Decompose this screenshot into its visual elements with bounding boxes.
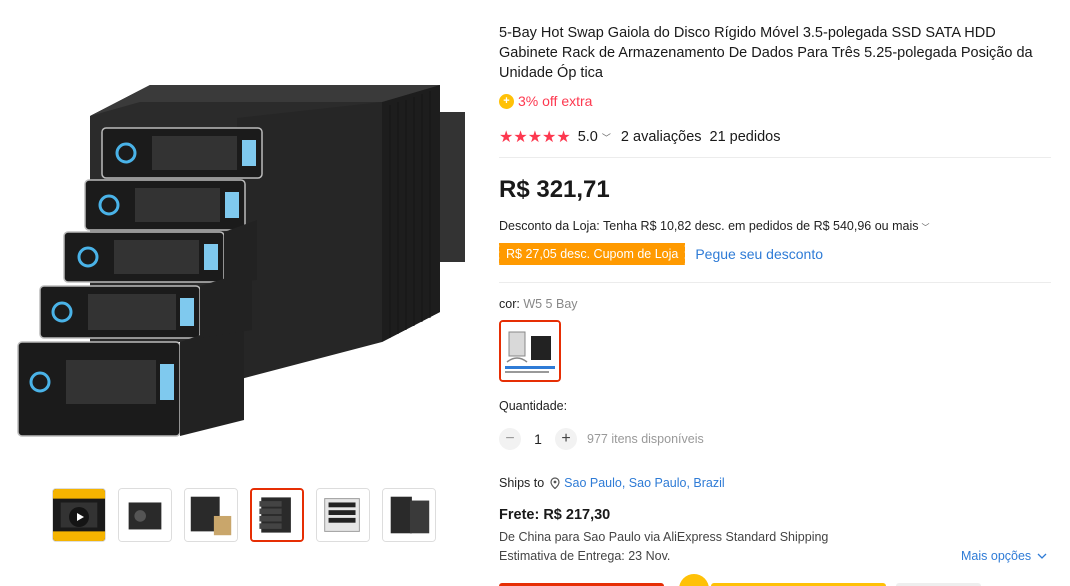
thumbnail-image xyxy=(185,489,237,541)
thumbnail-strip xyxy=(52,488,436,542)
freight-cost: Frete: R$ 217,30 xyxy=(499,507,611,523)
shipping-method: De China para Sao Paulo via AliExpress S… xyxy=(499,530,829,544)
reviews-count[interactable]: 2 avaliações xyxy=(621,129,702,145)
ship-location-link[interactable]: Sao Paulo, Sao Paulo, Brazil xyxy=(564,476,725,490)
available-stock: 977 itens disponíveis xyxy=(587,432,704,446)
ships-to-row: Ships to Sao Paulo, Sao Paulo, Brazil xyxy=(499,476,725,490)
get-coupon-link[interactable]: Pegue seu desconto xyxy=(695,246,823,262)
thumbnail-2[interactable] xyxy=(118,488,172,542)
thumbnail-image xyxy=(252,490,302,540)
quantity-decrease-button[interactable]: − xyxy=(499,428,521,450)
more-shipping-options-button[interactable]: Mais opções xyxy=(961,549,1047,563)
store-coupon-badge[interactable]: R$ 27,05 desc. Cupom de Loja xyxy=(496,243,686,265)
coin-icon: + xyxy=(499,93,514,109)
main-product-image[interactable] xyxy=(12,80,484,460)
sku-thumbnail-image xyxy=(501,322,559,380)
quantity-value[interactable]: 1 xyxy=(521,431,555,447)
quantity-increase-button[interactable]: + xyxy=(555,428,577,450)
divider xyxy=(499,157,1051,158)
chevron-down-icon: ﹀ xyxy=(921,223,930,232)
thumbnail-6[interactable] xyxy=(382,488,436,542)
rating-score[interactable]: 5.0 xyxy=(578,129,598,145)
delivery-estimate: Estimativa de Entrega: 23 Nov. xyxy=(499,549,671,563)
color-label: cor: W5 5 Bay xyxy=(499,297,578,311)
extra-discount-promo: + 3% off extra xyxy=(499,93,592,109)
coupon-row: R$ 27,05 desc. Cupom de Loja Pegue seu d… xyxy=(496,243,823,265)
ships-to-label: Ships to xyxy=(499,476,545,490)
thumbnail-4-active[interactable] xyxy=(250,488,304,542)
play-icon xyxy=(69,507,89,527)
thumbnail-image xyxy=(119,489,171,541)
thumbnail-image xyxy=(317,489,369,541)
product-price: R$ 321,71 xyxy=(499,176,610,203)
thumbnail-3[interactable] xyxy=(184,488,238,542)
color-value: W5 5 Bay xyxy=(523,297,578,311)
quantity-stepper: − 1 + 977 itens disponíveis xyxy=(499,428,704,450)
color-label-text: cor: xyxy=(499,297,520,311)
quantity-label: Quantidade: xyxy=(499,399,568,413)
promo-text: 3% off extra xyxy=(518,93,593,109)
chevron-down-icon[interactable]: ﹀ xyxy=(602,131,611,144)
store-discount[interactable]: Desconto da Loja: Tenha R$ 10,82 desc. e… xyxy=(499,219,930,233)
divider xyxy=(499,282,1051,283)
chevron-down-icon xyxy=(1037,553,1047,559)
more-options-label: Mais opções xyxy=(961,549,1032,563)
product-title: 5-Bay Hot Swap Gaiola do Disco Rígido Mó… xyxy=(499,25,1033,81)
thumbnail-5[interactable] xyxy=(316,488,370,542)
store-discount-text: Desconto da Loja: Tenha R$ 10,82 desc. e… xyxy=(499,219,919,233)
location-pin-icon xyxy=(550,477,560,489)
orders-count: 21 pedidos xyxy=(709,129,781,145)
thumbnail-image xyxy=(383,489,435,541)
action-buttons-bar xyxy=(499,574,1051,586)
star-rating-icon: ★★★★★ xyxy=(499,129,571,146)
rating-row: ★★★★★ 5.0 ﹀ 2 avaliações 21 pedidos xyxy=(499,127,780,147)
thumbnail-video[interactable] xyxy=(52,488,106,542)
sku-option-w5-5-bay[interactable] xyxy=(499,320,561,382)
hdd-cage-illustration xyxy=(17,85,465,437)
coin-icon xyxy=(679,574,709,586)
